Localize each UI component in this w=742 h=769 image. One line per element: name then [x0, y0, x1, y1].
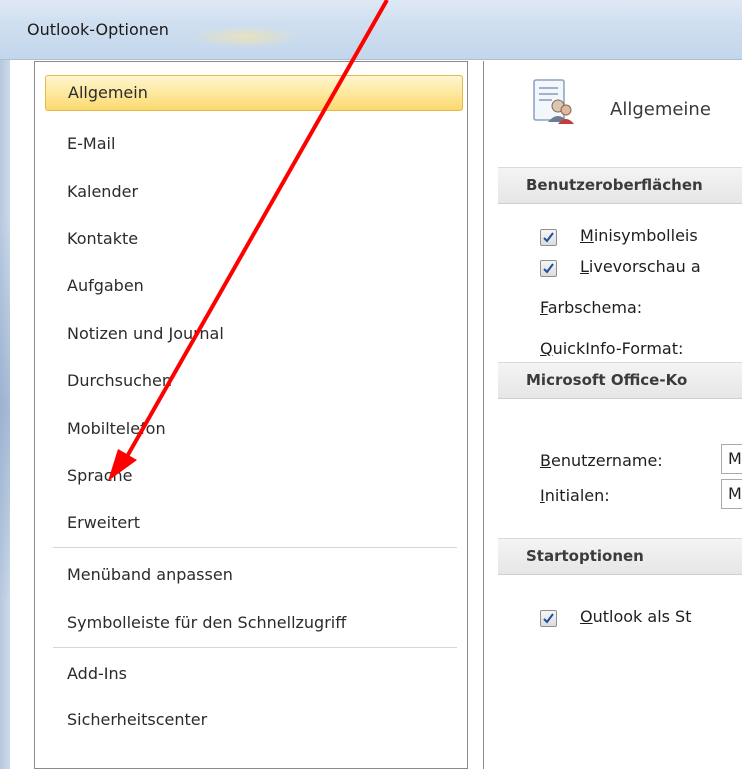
- tooltip-format-label: QuickInfo-Format:: [540, 339, 684, 358]
- nav-item-sicherheitscenter[interactable]: Sicherheitscenter: [45, 702, 463, 738]
- nav-item-label: Aufgaben: [67, 276, 144, 295]
- nav-separator: [53, 547, 457, 548]
- nav-separator: [53, 647, 457, 648]
- nav-item-label: Symbolleiste für den Schnellzugriff: [67, 613, 347, 632]
- title-bar-glow: [190, 26, 300, 48]
- initials-label: Initialen:: [540, 486, 610, 505]
- section-header-ui: Benutzeroberflächen: [498, 167, 742, 204]
- nav-item-mobiltelefon[interactable]: Mobiltelefon: [45, 411, 463, 447]
- outlook-default-checkbox[interactable]: [540, 610, 557, 627]
- options-content-pane: Allgemeine Benutzeroberflächen Minisymbo…: [483, 61, 742, 769]
- nav-item-label: Mobiltelefon: [67, 419, 166, 438]
- nav-item-notizen-journal[interactable]: Notizen und Journal: [45, 316, 463, 352]
- outlook-default-label[interactable]: Outlook als St: [580, 607, 691, 626]
- nav-item-label: Notizen und Journal: [67, 324, 224, 343]
- section-header-startup: Startoptionen: [498, 538, 742, 575]
- nav-item-schnellzugriff[interactable]: Symbolleiste für den Schnellzugriff: [45, 605, 463, 641]
- nav-item-label: Add-Ins: [67, 664, 127, 683]
- nav-item-label: Kalender: [67, 182, 139, 201]
- minitoolbar-label[interactable]: Minisymbolleis: [580, 226, 698, 245]
- nav-item-label: E-Mail: [67, 134, 116, 153]
- colorscheme-label: Farbschema:: [540, 298, 643, 317]
- livepreview-label[interactable]: Livevorschau a: [580, 257, 701, 276]
- title-bar[interactable]: Outlook-Optionen: [0, 0, 742, 60]
- nav-item-menueband-anpassen[interactable]: Menüband anpassen: [45, 557, 463, 593]
- username-label: Benutzername:: [540, 451, 663, 470]
- nav-item-allgemein[interactable]: Allgemein: [45, 75, 463, 111]
- nav-item-label: Sprache: [67, 466, 133, 485]
- nav-item-add-ins[interactable]: Add-Ins: [45, 656, 463, 692]
- nav-item-label: Erweitert: [67, 513, 141, 532]
- general-options-icon: [533, 79, 574, 124]
- window-title: Outlook-Optionen: [27, 20, 169, 39]
- nav-item-durchsuchen[interactable]: Durchsuchen: [45, 363, 463, 399]
- nav-item-label: Sicherheitscenter: [67, 710, 208, 729]
- livepreview-checkbox[interactable]: [540, 260, 557, 277]
- nav-item-aufgaben[interactable]: Aufgaben: [45, 268, 463, 304]
- nav-item-email[interactable]: E-Mail: [45, 126, 463, 162]
- checkmark-icon: [543, 232, 554, 243]
- nav-item-kalender[interactable]: Kalender: [45, 174, 463, 210]
- section-header-office: Microsoft Office-Ko: [498, 362, 742, 399]
- window-frame-left: [0, 60, 10, 769]
- checkmark-icon: [543, 613, 554, 624]
- nav-item-label: Durchsuchen: [67, 371, 173, 390]
- initials-input[interactable]: M: [721, 479, 742, 509]
- nav-item-label: Menüband anpassen: [67, 565, 233, 584]
- nav-item-label: Kontakte: [67, 229, 139, 248]
- page-heading: Allgemeine: [610, 99, 711, 120]
- nav-item-sprache[interactable]: Sprache: [45, 458, 463, 494]
- checkmark-icon: [543, 263, 554, 274]
- username-input[interactable]: M: [721, 444, 742, 474]
- nav-item-kontakte[interactable]: Kontakte: [45, 221, 463, 257]
- nav-item-erweitert[interactable]: Erweitert: [45, 505, 463, 541]
- minitoolbar-checkbox[interactable]: [540, 229, 557, 246]
- options-nav-pane: Allgemein E-Mail Kalender Kontakte Aufga…: [34, 61, 468, 769]
- nav-item-label: Allgemein: [68, 83, 148, 102]
- window-frame-streak: [0, 220, 10, 600]
